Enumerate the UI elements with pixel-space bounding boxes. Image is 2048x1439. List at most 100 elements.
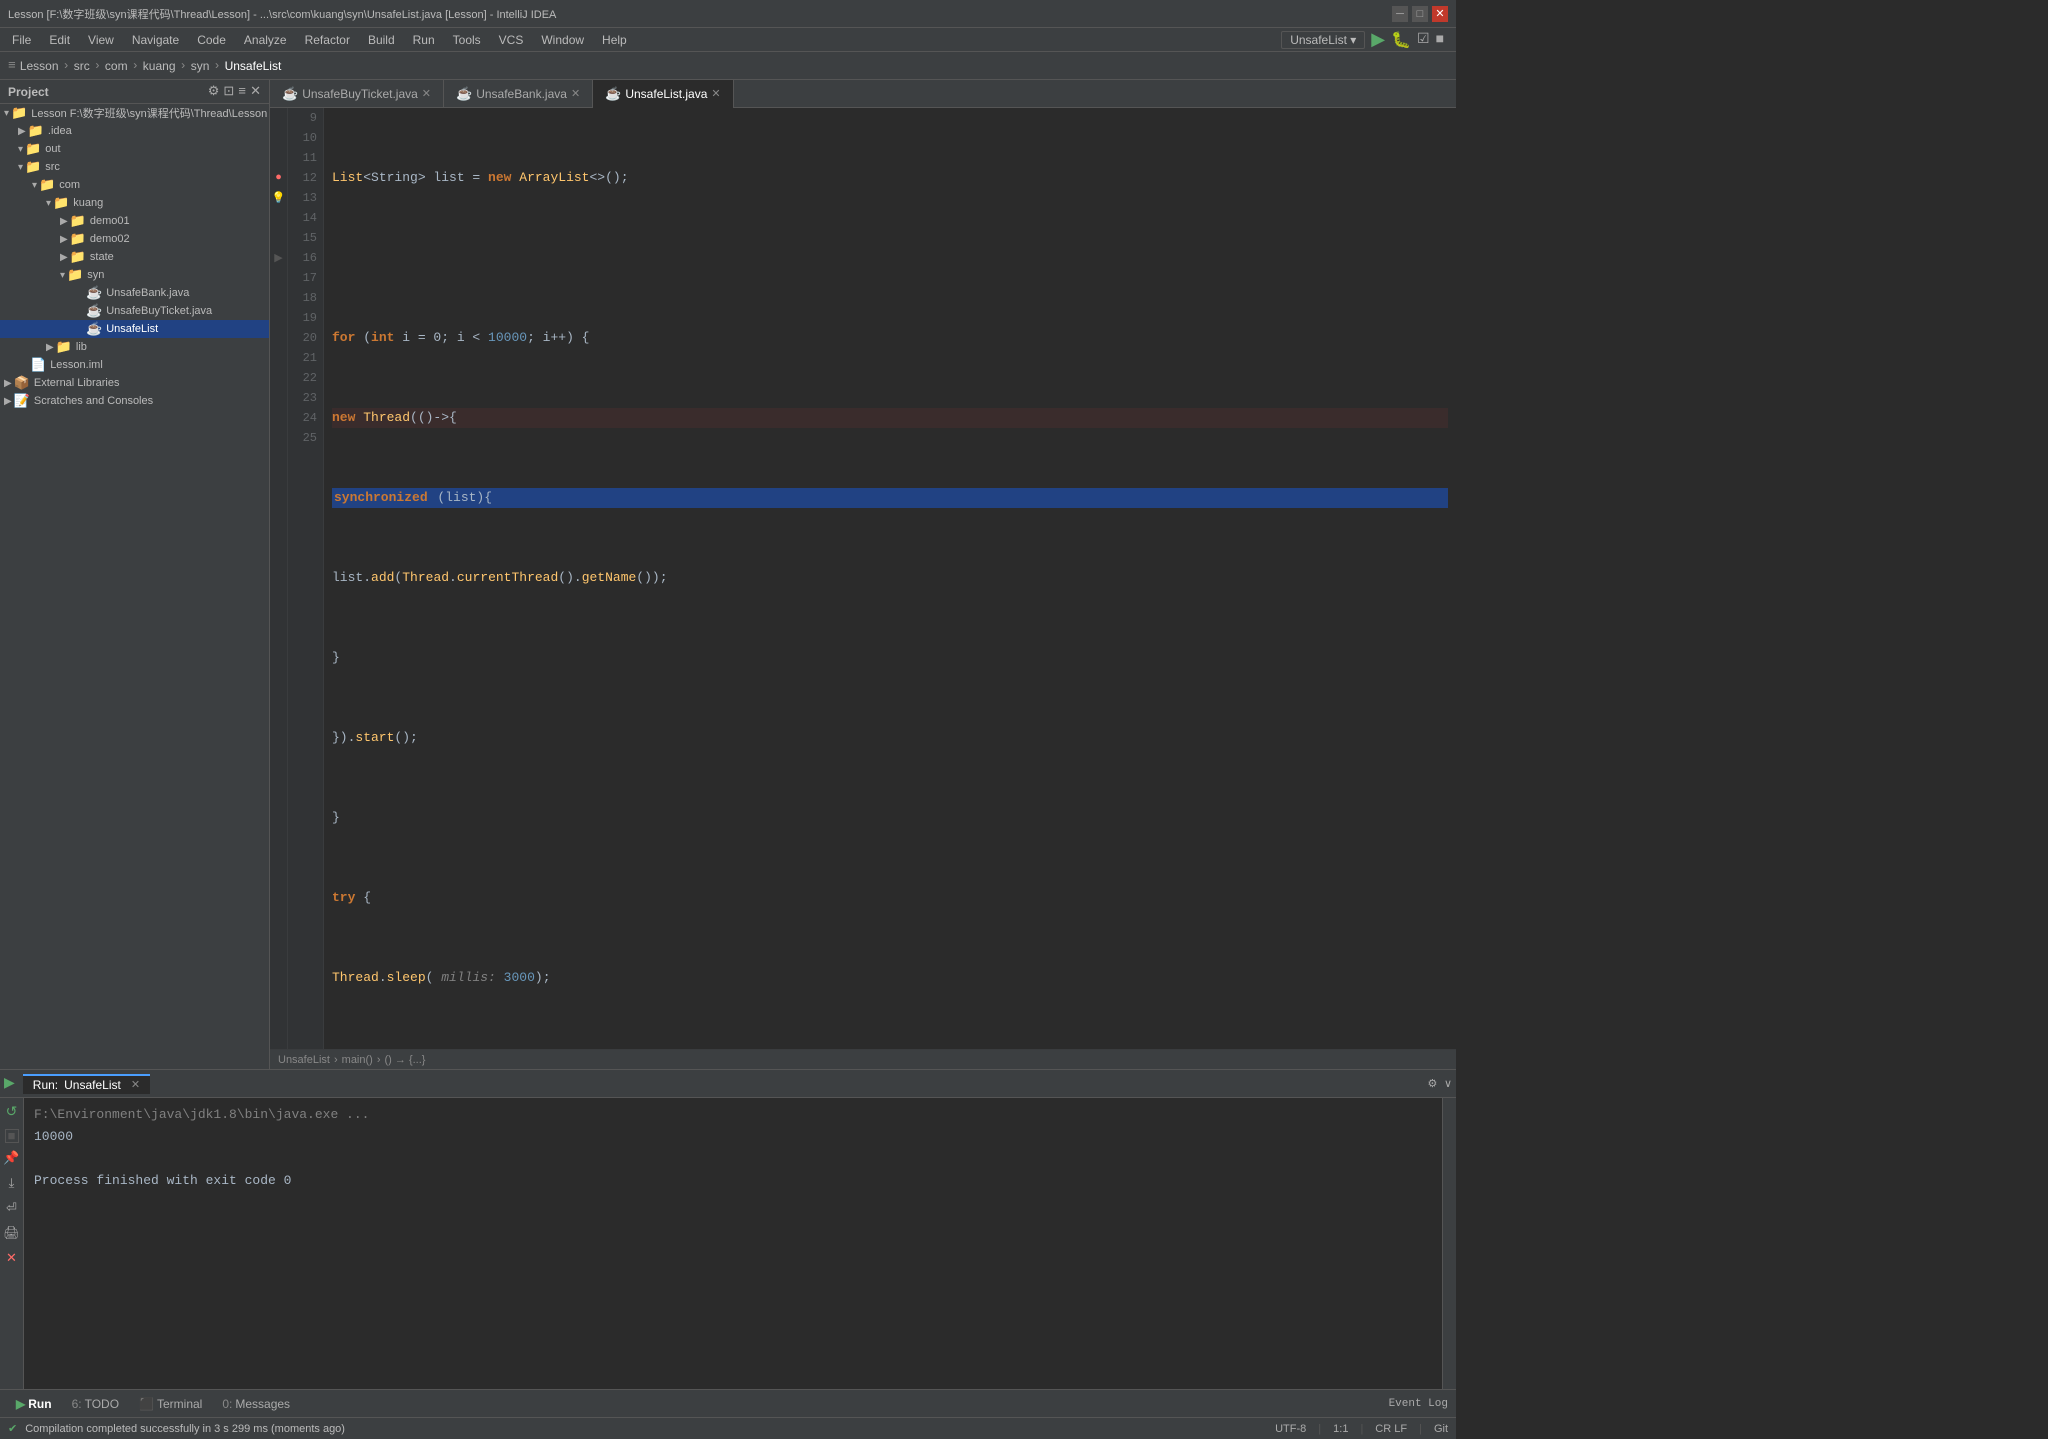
gutter-23	[270, 388, 287, 408]
tree-item-syn[interactable]: ▾ 📁 syn	[0, 266, 269, 284]
bottom-tabs-bar: ▶ Run: UnsafeList ✕ ⚙ ∨	[0, 1070, 1456, 1098]
run-button[interactable]: ▶	[1371, 29, 1385, 51]
code-line-11: for (int i = 0; i < 10000; i++) {	[332, 328, 1448, 348]
panel-expand-icon[interactable]: ⊡	[223, 84, 234, 99]
menu-refactor[interactable]: Refactor	[297, 31, 358, 49]
tree-item-demo01[interactable]: ▶ 📁 demo01	[0, 212, 269, 230]
run-output[interactable]: F:\Environment\java\jdk1.8\bin\java.exe …	[24, 1098, 1442, 1389]
menu-tools[interactable]: Tools	[445, 31, 489, 49]
nav-back-icon[interactable]: ≡	[8, 58, 16, 73]
tab-unsafelist[interactable]: ☕ UnsafeList.java ✕	[593, 80, 733, 108]
tab-close-unsafebank[interactable]: ✕	[571, 87, 580, 100]
run-toolbar-left: ↺ ■ 📌 ⤓ ⏎ 🖨 ✕	[0, 1098, 24, 1389]
breadcrumb-lambda[interactable]: () → {...}	[385, 1054, 426, 1066]
gutter-11	[270, 148, 287, 168]
menu-build[interactable]: Build	[360, 31, 403, 49]
tree-item-lib[interactable]: ▶ 📁 lib	[0, 338, 269, 356]
tree-item-demo02[interactable]: ▶ 📁 demo02	[0, 230, 269, 248]
print-button[interactable]: 🖨	[1, 1224, 22, 1243]
tree-item-kuang[interactable]: ▾ 📁 kuang	[0, 194, 269, 212]
tree-item-lesson[interactable]: ▾ 📁 Lesson F:\数字班级\syn课程代码\Thread\Lesson	[0, 104, 269, 122]
menu-run[interactable]: Run	[405, 31, 443, 49]
code-line-15: }	[332, 648, 1448, 668]
menu-navigate[interactable]: Navigate	[124, 31, 187, 49]
menu-view[interactable]: View	[80, 31, 122, 49]
scroll-end-button[interactable]: ⤓	[7, 1174, 17, 1193]
title-bar-text: Lesson [F:\数字班级\syn课程代码\Thread\Lesson] -…	[8, 6, 556, 22]
tab-close-unsafebuyticket[interactable]: ✕	[422, 87, 431, 100]
bottom-tab-run[interactable]: Run: UnsafeList ✕	[23, 1074, 150, 1094]
minimize-button[interactable]: ─	[1392, 6, 1408, 22]
code-area[interactable]: ● 💡 ▶	[270, 108, 1456, 1049]
tree-item-com[interactable]: ▾ 📁 com	[0, 176, 269, 194]
breadcrumb-unsafelist[interactable]: UnsafeList	[278, 1054, 330, 1066]
menu-window[interactable]: Window	[533, 31, 592, 49]
tab-unsafebank[interactable]: ☕ UnsafeBank.java ✕	[444, 80, 593, 108]
rerun-button[interactable]: ↺	[4, 1102, 20, 1123]
status-crlf[interactable]: CR LF	[1375, 1423, 1407, 1435]
tree-item-state[interactable]: ▶ 📁 state	[0, 248, 269, 266]
linenum-20: 20	[294, 328, 317, 348]
soft-wrap-button[interactable]: ⏎	[4, 1199, 19, 1218]
menu-help[interactable]: Help	[594, 31, 635, 49]
code-line-13: synchronized (list){	[332, 488, 1448, 508]
tree-item-unsafelist[interactable]: ☕ UnsafeList	[0, 320, 269, 338]
menu-edit[interactable]: Edit	[41, 31, 78, 49]
code-line-16: }).start();	[332, 728, 1448, 748]
close-button[interactable]: ✕	[1432, 6, 1448, 22]
tree-item-unsafebank[interactable]: ☕ UnsafeBank.java	[0, 284, 269, 302]
tab-close-unsafelist[interactable]: ✕	[711, 87, 720, 100]
run-config-dropdown[interactable]: UnsafeList ▾	[1281, 31, 1365, 49]
status-encoding[interactable]: UTF-8	[1275, 1423, 1306, 1435]
messages-tool-num: 0:	[222, 1397, 232, 1411]
status-left: ✔ Compilation completed successfully in …	[8, 1422, 345, 1435]
status-line-col: 1:1	[1333, 1423, 1348, 1435]
editor-area: ☕ UnsafeBuyTicket.java ✕ ☕ UnsafeBank.ja…	[270, 80, 1456, 1069]
stop-button[interactable]: ■	[1436, 32, 1444, 48]
panel-settings-icon[interactable]: ⚙	[208, 84, 220, 99]
code-content[interactable]: List<String> list = new ArrayList<>(); f…	[324, 108, 1456, 1049]
panel-gear-icon[interactable]: ≡	[238, 84, 246, 99]
code-line-14: list.add(Thread.currentThread().getName(…	[332, 568, 1448, 588]
tree-item-src[interactable]: ▾ 📁 src	[0, 158, 269, 176]
breadcrumb-unsafelist: UnsafeList	[225, 59, 282, 73]
tree-item-external-libs[interactable]: ▶ 📦 External Libraries	[0, 374, 269, 392]
status-separator-2: |	[1360, 1423, 1363, 1435]
linenum-11: 11	[294, 148, 317, 168]
tree-item-lesson-iml[interactable]: 📄 Lesson.iml	[0, 356, 269, 374]
breadcrumb-src: src	[74, 59, 90, 73]
coverage-button[interactable]: ☑	[1417, 31, 1430, 48]
tool-tab-run[interactable]: ▶ Run	[8, 1395, 60, 1413]
panel-close-icon[interactable]: ✕	[250, 84, 261, 99]
menu-vcs[interactable]: VCS	[491, 31, 532, 49]
gutter-12: ●	[270, 168, 287, 188]
debug-button[interactable]: 🐛	[1391, 30, 1411, 50]
linenum-25: 25	[294, 428, 317, 448]
breadcrumb-lesson: Lesson	[20, 59, 59, 73]
gutter-9	[270, 108, 287, 128]
tab-unsafebuyticket[interactable]: ☕ UnsafeBuyTicket.java ✕	[270, 80, 444, 108]
tool-tab-terminal[interactable]: ⬛ Terminal	[131, 1395, 210, 1413]
tool-tab-todo[interactable]: 6: TODO	[64, 1395, 127, 1413]
menu-code[interactable]: Code	[189, 31, 234, 49]
stop-run-button[interactable]: ■	[5, 1129, 19, 1143]
tree-item-scratches[interactable]: ▶ 📝 Scratches and Consoles	[0, 392, 269, 410]
maximize-button[interactable]: □	[1412, 6, 1428, 22]
breadcrumb-syn: syn	[191, 59, 210, 73]
linenum-17: 17	[294, 268, 317, 288]
menu-analyze[interactable]: Analyze	[236, 31, 295, 49]
event-log-link[interactable]: Event Log	[1389, 1398, 1448, 1410]
tree-item-unsafebuyticket[interactable]: ☕ UnsafeBuyTicket.java	[0, 302, 269, 320]
tree-item-idea[interactable]: ▶ 📁 .idea	[0, 122, 269, 140]
breadcrumb-main[interactable]: main()	[342, 1054, 373, 1066]
tool-tab-messages[interactable]: 0: Messages	[214, 1395, 298, 1413]
gutter-22	[270, 368, 287, 388]
panel-settings-btn[interactable]: ⚙ ∨	[1427, 1077, 1452, 1091]
code-line-9: List<String> list = new ArrayList<>();	[332, 168, 1448, 188]
run-tab-close[interactable]: ✕	[131, 1078, 140, 1091]
menu-file[interactable]: File	[4, 31, 39, 49]
status-git: Git	[1434, 1423, 1448, 1435]
tree-item-out[interactable]: ▾ 📁 out	[0, 140, 269, 158]
clear-button[interactable]: ✕	[4, 1249, 19, 1268]
code-line-19: Thread.sleep( millis: 3000);	[332, 968, 1448, 988]
